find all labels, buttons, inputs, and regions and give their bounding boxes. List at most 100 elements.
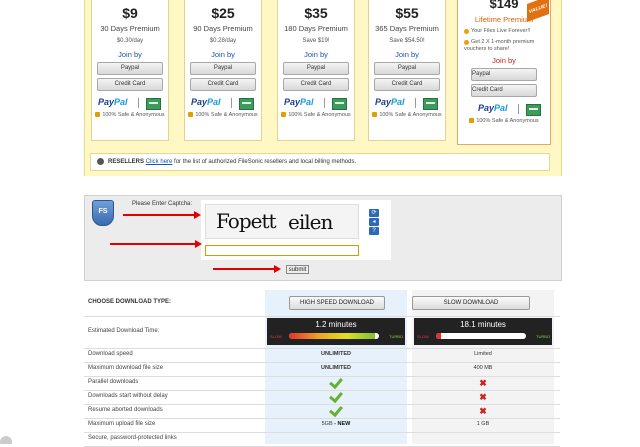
plan-rate: Save $54.50! [389,38,425,44]
credit-card-button[interactable]: Credit Card [283,78,349,91]
plan-rate: Save $19! [302,38,330,44]
payment-logos: PayPal [369,97,445,110]
slow-speed-gauge: 18.1 minutes SLOW TURBO [414,318,552,345]
gauge-turbo-label: TURBO [536,334,550,339]
resellers-bar: RESELLERS Click here for the list of aut… [90,153,550,171]
plan-join-label: Join by [304,50,328,59]
plan-join-label: Join by [118,50,142,59]
payment-logos: PayPal [92,97,168,110]
table-row: Downloads start without delay ✖ [84,388,560,405]
paypal-button[interactable]: Paypal [97,62,163,75]
plan-join-label: Join by [492,56,516,65]
plan-card-365-days: $55 365 Days Premium Save $54.50! Join b… [368,0,446,141]
payment-logos: PayPal [472,103,550,116]
captcha-input[interactable] [205,245,359,256]
plan-duration: 365 Days Premium [375,24,439,33]
plan-duration: 90 Days Premium [193,24,253,33]
corner-element [0,436,12,444]
credit-card-icon [526,104,541,116]
new-badge: - NEW [332,421,351,427]
feature-label: Parallel downloads [88,379,139,385]
table-row: Resume aborted downloads ✖ [84,402,560,419]
plan-rate: $0.28/day [209,38,237,44]
feature-label: Resume aborted downloads [88,407,163,413]
feature-label: Downloads start without delay [88,393,168,399]
feature-label: Secure, password-protected links [88,435,177,441]
help-icon[interactable]: ? [369,227,379,235]
paypal-button[interactable]: Paypal [471,68,537,81]
resellers-label: RESELLERS [108,159,145,165]
paypal-button[interactable]: Paypal [374,62,440,75]
red-arrow-annotation [213,265,281,273]
safe-note: 100% Safe & Anonymous [458,118,550,124]
paypal-logo: PayPal [375,97,405,107]
download-comparison-table: CHOOSE DOWNLOAD TYPE: HIGH SPEED DOWNLOA… [84,290,560,447]
check-icon [329,374,343,390]
lock-icon [281,112,287,118]
slow-value: 400 MB [412,365,554,371]
cell-text: 1 GB [476,421,490,427]
submit-button[interactable]: submit [286,265,309,274]
high-value: UNLIMITED [265,365,407,371]
gauge-slow-label: SLOW [270,334,282,339]
plan-join-label: Join by [211,50,235,59]
cross-icon: ✖ [412,379,554,388]
lock-icon [469,118,475,124]
feature-label: Maximum download file size [88,365,164,371]
gauge-slow-label: SLOW [417,334,429,339]
paypal-logo: PayPal [284,97,314,107]
bullet-icon [464,29,469,34]
audio-icon[interactable]: ◂ [369,218,379,226]
paypal-button[interactable]: Paypal [190,62,256,75]
resellers-link[interactable]: Click here [146,159,173,165]
feature-label: Maximum upload file size [88,421,156,427]
cross-icon: ✖ [479,378,487,388]
high-value: UNLIMITED [265,351,407,357]
credit-card-icon [239,98,254,110]
credit-card-button[interactable]: Credit Card [471,84,537,97]
slow-value: Limited [412,351,554,357]
lock-icon [188,112,194,118]
red-arrow-annotation [123,211,201,219]
refresh-icon[interactable]: ⟳ [369,209,379,217]
credit-card-icon [423,98,438,110]
table-row: Maximum download file size UNLIMITED 400 M… [84,362,560,377]
payment-logos: PayPal [278,97,354,110]
feature-item: Get 2 X 1-month premium vouchers to shar… [464,39,535,52]
credit-card-icon [146,98,161,110]
cell-text: 5GB [321,421,333,427]
table-row: Secure, password-protected links [84,432,560,447]
cross-icon: ✖ [479,406,487,416]
lock-icon [95,112,101,118]
high-speed-download-button[interactable]: HIGH SPEED DOWNLOAD [289,296,385,310]
captcha-word: Fopett [216,209,277,233]
paypal-logo: PayPal [191,97,221,107]
cell-text: UNLIMITED [321,351,351,357]
slow-download-button[interactable]: SLOW DOWNLOAD [412,296,530,310]
divider [518,104,519,114]
gauge-bar [436,333,526,339]
plan-card-90-days: $25 90 Days Premium $0.28/day Join by Pa… [184,0,262,141]
credit-card-button[interactable]: Credit Card [190,78,256,91]
paypal-button[interactable]: Paypal [283,62,349,75]
cross-icon: ✖ [412,407,554,416]
plan-price: $25 [211,5,235,21]
check-icon [265,402,407,418]
plan-card-lifetime: $149 Lifetime Premium Your Files Live Fo… [457,0,551,145]
cell-text: Limited [474,351,492,357]
credit-card-button[interactable]: Credit Card [97,78,163,91]
captcha-label: Please Enter Captcha: [132,201,193,207]
choose-type-label: CHOOSE DOWNLOAD TYPE: [88,299,172,305]
credit-card-button[interactable]: Credit Card [374,78,440,91]
plan-rate: $0.30/day [116,38,144,44]
user-icon [97,157,104,165]
gauge-turbo-label: TURBO [389,334,403,339]
gauge-fill [289,333,375,339]
safe-note: 100% Safe & Anonymous [369,112,445,118]
resellers-text: for the list of authorized FileSonic res… [172,159,357,165]
high-speed-time: 1.2 minutes [315,320,357,329]
paypal-logo: PayPal [98,97,128,107]
divider [138,98,139,108]
plan-price: $55 [395,5,419,21]
cell-text: 400 MB [473,365,493,371]
